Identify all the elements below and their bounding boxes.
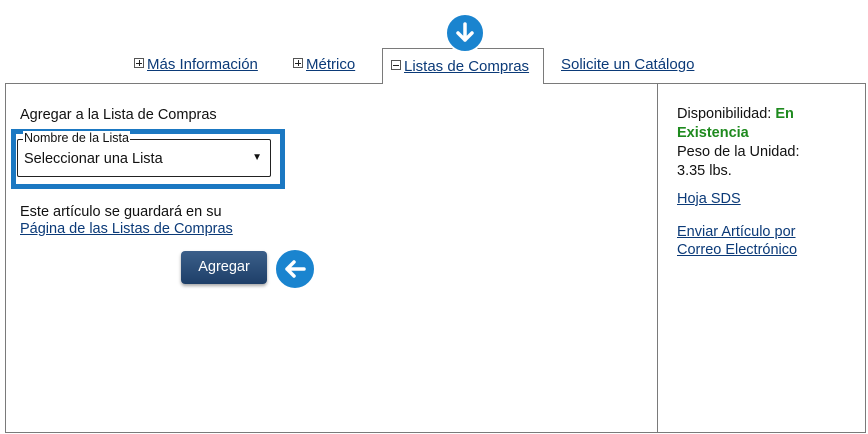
arrow-down-icon [445,13,485,53]
list-name-legend: Nombre de la Lista [23,131,130,145]
email-item-link[interactable]: Enviar Artículo por Correo Electrónico [677,223,817,259]
arrow-left-icon [274,248,316,290]
tab-label: Más Información [147,56,258,73]
tab-solicite-catalogo[interactable]: Solicite un Catálogo [561,56,694,76]
tab-content-panel: Agregar a la Lista de Compras Nombre de … [5,83,866,433]
tab-listas-de-compras-container: Listas de Compras [382,48,544,84]
tab-bar: Más Información Métrico Listas de Compra… [0,0,868,84]
collapse-icon [391,60,401,70]
section-heading: Agregar a la Lista de Compras [20,107,217,123]
tab-listas-de-compras[interactable]: Listas de Compras [391,58,529,78]
tab-mas-informacion[interactable]: Más Información [134,56,258,76]
column-divider [657,84,658,432]
weight-value: 3.35 lbs. [677,163,732,179]
tab-label: Métrico [306,56,356,73]
list-name-select[interactable]: Nombre de la Lista Seleccionar una Lista… [17,131,271,177]
save-note: Este artículo se guardará en su [20,204,222,220]
product-info: Disponibilidad: En Existencia Peso de la… [677,105,857,181]
expand-icon [293,58,303,68]
tab-metrico[interactable]: Métrico [293,56,355,76]
add-button[interactable]: Agregar [181,251,267,284]
availability-label: Disponibilidad: [677,106,772,122]
tab-label: Listas de Compras [404,58,530,75]
sds-link[interactable]: Hoja SDS [677,190,741,208]
expand-icon [134,58,144,68]
tab-label: Solicite un Catálogo [561,56,695,73]
select-value: Seleccionar una Lista [24,151,163,167]
weight-label: Peso de la Unidad: [677,144,800,160]
shopping-lists-page-link[interactable]: Página de las Listas de Compras [20,221,233,237]
dropdown-caret-icon: ▼ [252,152,262,163]
